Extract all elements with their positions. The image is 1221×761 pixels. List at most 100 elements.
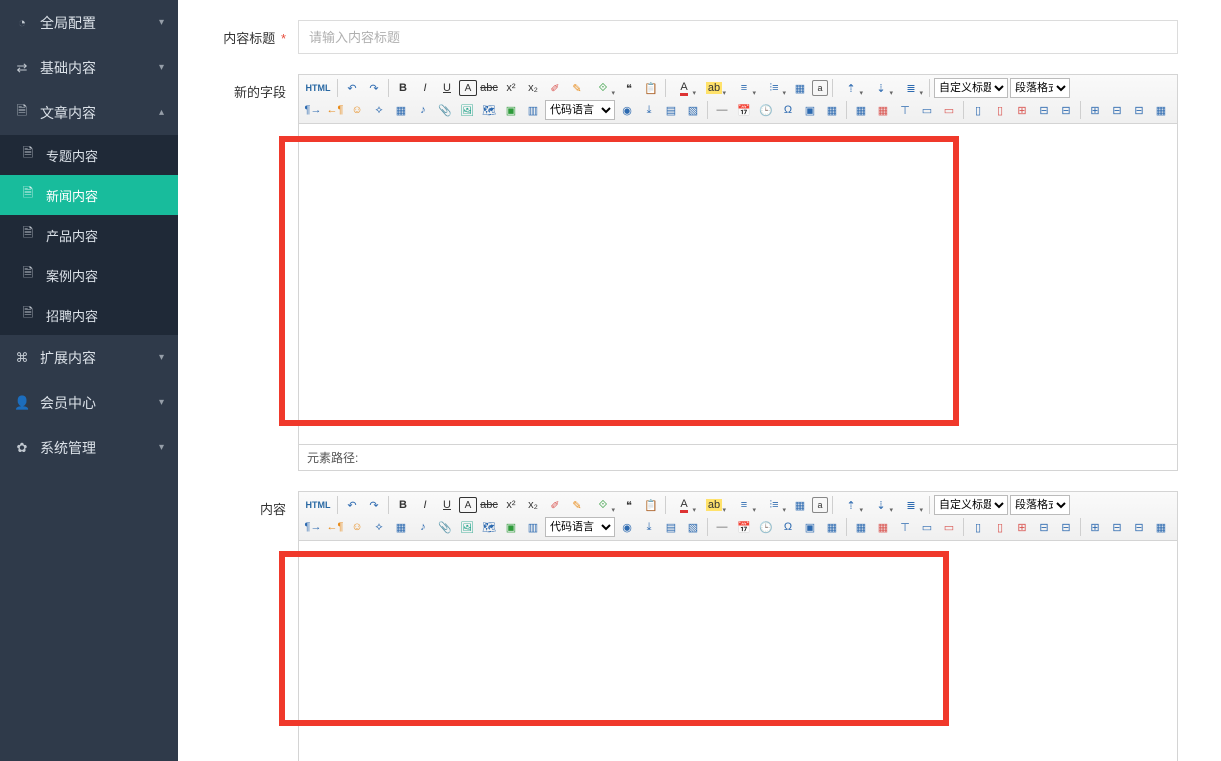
webapp-button[interactable]: ◉	[617, 517, 637, 537]
customstyle-select[interactable]: 自定义标题	[934, 495, 1008, 515]
webapp-button[interactable]: ◉	[617, 100, 637, 120]
mergeright-button[interactable]: ⊟	[1034, 100, 1054, 120]
cleardoc-button[interactable]: a	[812, 80, 828, 96]
pasteplain-button[interactable]: 📋	[641, 495, 661, 515]
emotion-button[interactable]: ☺	[347, 517, 367, 537]
sidebar-item-topic[interactable]: 🗎 专题内容	[0, 135, 178, 175]
mergedown-button[interactable]: ⊟	[1056, 100, 1076, 120]
fontborder-button[interactable]: A	[459, 80, 477, 96]
mergecells-button[interactable]: ⊞	[1012, 517, 1032, 537]
spechars2-button[interactable]: Ω	[778, 517, 798, 537]
charts-button[interactable]: ▦	[1151, 100, 1171, 120]
splittocols-button[interactable]: ⊟	[1129, 100, 1149, 120]
underline-button[interactable]: U	[437, 495, 457, 515]
superscript-button[interactable]: x²	[501, 78, 521, 98]
splittocells-button[interactable]: ⊞	[1085, 517, 1105, 537]
insertrow-button[interactable]: ▭	[917, 100, 937, 120]
rowspacingbottom-button[interactable]: ⇣	[867, 495, 895, 515]
splittocols-button[interactable]: ⊟	[1129, 517, 1149, 537]
insertunorderedlist-button[interactable]: ⫶≡	[760, 495, 788, 515]
video-button[interactable]: ▦	[391, 100, 411, 120]
inserttable-button[interactable]: ▦	[851, 517, 871, 537]
horizontal-button[interactable]: —	[712, 100, 732, 120]
attachment-button[interactable]: 📎	[435, 517, 455, 537]
template-button[interactable]: ▤	[661, 517, 681, 537]
sidebar-item-basic[interactable]: ⇄ 基础内容 ▾	[0, 45, 178, 90]
title-input[interactable]	[298, 20, 1178, 54]
rowspacingtop-button[interactable]: ⇡	[837, 495, 865, 515]
lineheight-button[interactable]: ≣	[897, 78, 925, 98]
spechars2-button[interactable]: Ω	[778, 100, 798, 120]
mergeright-button[interactable]: ⊟	[1034, 517, 1054, 537]
selectall-button[interactable]: ▦	[790, 78, 810, 98]
rowspacingbottom-button[interactable]: ⇣	[867, 78, 895, 98]
formatmatch-button[interactable]: ✎	[567, 78, 587, 98]
directionrtl-button[interactable]: ←¶	[325, 517, 345, 537]
sidebar-item-member[interactable]: 👤 会员中心 ▾	[0, 380, 178, 425]
deleterow-button[interactable]: ▭	[939, 100, 959, 120]
fontborder-button[interactable]: A	[459, 497, 477, 513]
snapscreen-button[interactable]: ▣	[800, 100, 820, 120]
date-button[interactable]: 📅	[734, 100, 754, 120]
map-button[interactable]: 🗺	[479, 100, 499, 120]
formatmatch-button[interactable]: ✎	[567, 495, 587, 515]
time-button[interactable]: 🕒	[756, 100, 776, 120]
directionltr-button[interactable]: ¶→	[303, 517, 323, 537]
pagebreak-button[interactable]: ⤓	[639, 517, 659, 537]
gmap-button[interactable]: ▣	[501, 100, 521, 120]
forecolor-button[interactable]: A	[670, 495, 698, 515]
bold-button[interactable]: B	[393, 78, 413, 98]
editor-canvas[interactable]	[299, 124, 1177, 444]
insertcol-button[interactable]: ▯	[968, 100, 988, 120]
backcolor-button[interactable]: ab	[700, 495, 728, 515]
forecolor-button[interactable]: A	[670, 78, 698, 98]
rowspacingtop-button[interactable]: ⇡	[837, 78, 865, 98]
music-button[interactable]: ♪	[413, 100, 433, 120]
autotypeset-button[interactable]: ⟐	[589, 495, 617, 515]
insertrow-button[interactable]: ▭	[917, 517, 937, 537]
pagebreak-button[interactable]: ⤓	[639, 100, 659, 120]
superscript-button[interactable]: x²	[501, 495, 521, 515]
italic-button[interactable]: I	[415, 78, 435, 98]
sidebar-item-global[interactable]: ◔ 全局配置 ▾	[0, 0, 178, 45]
blockquote-button[interactable]: ❝	[619, 495, 639, 515]
music-button[interactable]: ♪	[413, 517, 433, 537]
editor-canvas[interactable]	[299, 541, 1177, 761]
attachment-button[interactable]: 📎	[435, 100, 455, 120]
template-button[interactable]: ▤	[661, 100, 681, 120]
insertframe-button[interactable]: ▥	[523, 517, 543, 537]
splittorows-button[interactable]: ⊟	[1107, 517, 1127, 537]
background-button[interactable]: ▧	[683, 517, 703, 537]
insertcode-select[interactable]: 代码语言	[545, 100, 615, 120]
strike-button[interactable]: abc	[479, 78, 499, 98]
deletetable-button[interactable]: ▦	[873, 100, 893, 120]
removeformat-button[interactable]: ✐	[545, 78, 565, 98]
insertorderedlist-button[interactable]: ≡	[730, 78, 758, 98]
italic-button[interactable]: I	[415, 495, 435, 515]
sidebar-item-case[interactable]: 🗎 案例内容	[0, 255, 178, 295]
date-button[interactable]: 📅	[734, 517, 754, 537]
deletetable-button[interactable]: ▦	[873, 517, 893, 537]
autotypeset-button[interactable]: ⟐	[589, 78, 617, 98]
splittocells-button[interactable]: ⊞	[1085, 100, 1105, 120]
pasteplain-button[interactable]: 📋	[641, 78, 661, 98]
video-button[interactable]: ▦	[391, 517, 411, 537]
emotion-button[interactable]: ☺	[347, 100, 367, 120]
insertorderedlist-button[interactable]: ≡	[730, 495, 758, 515]
undo-button[interactable]: ↶	[342, 495, 362, 515]
background-button[interactable]: ▧	[683, 100, 703, 120]
image-button[interactable]: 🖼	[457, 100, 477, 120]
undo-button[interactable]: ↶	[342, 78, 362, 98]
blockquote-button[interactable]: ❝	[619, 78, 639, 98]
paragraph-select[interactable]: 段落格式	[1010, 78, 1070, 98]
selectall-button[interactable]: ▦	[790, 495, 810, 515]
insertframe-button[interactable]: ▥	[523, 100, 543, 120]
lineheight-button[interactable]: ≣	[897, 495, 925, 515]
spechars-button[interactable]: ⟡	[369, 517, 389, 537]
deletecol-button[interactable]: ▯	[990, 517, 1010, 537]
html-source-button[interactable]: HTML	[303, 78, 333, 98]
deleterow-button[interactable]: ▭	[939, 517, 959, 537]
bold-button[interactable]: B	[393, 495, 413, 515]
splittorows-button[interactable]: ⊟	[1107, 100, 1127, 120]
map-button[interactable]: 🗺	[479, 517, 499, 537]
